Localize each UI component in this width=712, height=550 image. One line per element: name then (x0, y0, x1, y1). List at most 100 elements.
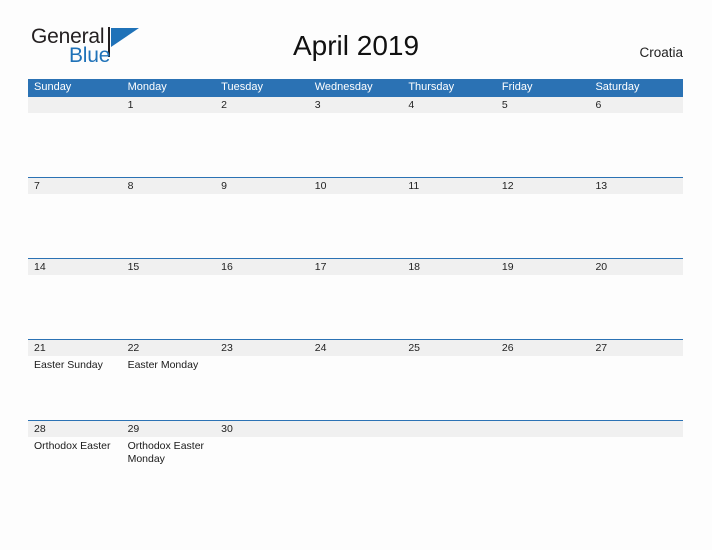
page-header: General Blue April 2019 Croatia (0, 0, 712, 66)
week-body-strip: Orthodox Easter Orthodox Easter Monday (28, 437, 683, 501)
day-cell[interactable] (28, 275, 122, 339)
day-cell[interactable]: Orthodox Easter Monday (122, 437, 216, 501)
day-cell[interactable] (309, 356, 403, 420)
day-number[interactable]: 6 (589, 97, 683, 113)
day-cell[interactable] (309, 275, 403, 339)
day-cell[interactable] (496, 275, 590, 339)
day-number[interactable]: 11 (402, 178, 496, 194)
day-number[interactable]: 30 (215, 421, 309, 437)
day-cell[interactable] (496, 356, 590, 420)
day-cell[interactable] (589, 275, 683, 339)
weekday-header-row: Sunday Monday Tuesday Wednesday Thursday… (28, 79, 683, 96)
day-event-text: Easter Sunday (34, 359, 103, 371)
day-number[interactable]: 2 (215, 97, 309, 113)
week-date-strip: 1 2 3 4 5 6 (28, 97, 683, 113)
day-number[interactable]: 3 (309, 97, 403, 113)
day-number[interactable]: 20 (589, 259, 683, 275)
calendar-grid: Sunday Monday Tuesday Wednesday Thursday… (28, 79, 683, 501)
day-cell[interactable] (215, 437, 309, 501)
weekday-header-friday: Friday (501, 81, 533, 93)
day-cell[interactable] (589, 356, 683, 420)
day-cell[interactable] (215, 113, 309, 177)
day-number[interactable]: 9 (215, 178, 309, 194)
day-cell[interactable] (28, 194, 122, 258)
day-cell[interactable] (402, 437, 496, 501)
day-cell[interactable] (309, 194, 403, 258)
day-cell[interactable] (215, 356, 309, 420)
week-body-strip (28, 194, 683, 258)
day-cell[interactable] (402, 275, 496, 339)
day-number[interactable]: 15 (122, 259, 216, 275)
day-cell[interactable] (496, 437, 590, 501)
day-number[interactable]: 5 (496, 97, 590, 113)
day-number[interactable]: 16 (215, 259, 309, 275)
day-number[interactable]: 26 (496, 340, 590, 356)
day-number[interactable] (28, 97, 122, 113)
day-number[interactable]: 4 (402, 97, 496, 113)
day-event-text: Orthodox Easter Monday (127, 440, 205, 465)
day-number[interactable]: 7 (28, 178, 122, 194)
week-date-strip: 28 29 30 (28, 421, 683, 437)
day-number[interactable]: 24 (309, 340, 403, 356)
day-cell[interactable] (589, 437, 683, 501)
day-cell[interactable] (28, 113, 122, 177)
day-cell[interactable] (589, 113, 683, 177)
day-number[interactable]: 29 (122, 421, 216, 437)
week-body-strip: Easter Sunday Easter Monday (28, 356, 683, 420)
week-date-strip: 21 22 23 24 25 26 27 (28, 340, 683, 356)
calendar-week-row: 14 15 16 17 18 19 20 (28, 258, 683, 339)
day-cell[interactable] (122, 113, 216, 177)
calendar-week-row: 1 2 3 4 5 6 (28, 96, 683, 177)
day-number[interactable] (589, 421, 683, 437)
day-number[interactable] (496, 421, 590, 437)
day-cell[interactable]: Easter Sunday (28, 356, 122, 420)
day-number[interactable]: 10 (309, 178, 403, 194)
day-cell[interactable] (496, 194, 590, 258)
region-label: Croatia (639, 45, 683, 60)
day-number[interactable]: 17 (309, 259, 403, 275)
week-body-strip (28, 113, 683, 177)
calendar-week-row: 28 29 30 Orthodox Easter Orthodox Easter… (28, 420, 683, 501)
calendar-week-row: 7 8 9 10 11 12 13 (28, 177, 683, 258)
day-cell[interactable] (589, 194, 683, 258)
day-cell[interactable] (122, 275, 216, 339)
day-cell[interactable] (402, 356, 496, 420)
day-number[interactable] (402, 421, 496, 437)
week-date-strip: 14 15 16 17 18 19 20 (28, 259, 683, 275)
day-cell[interactable] (402, 194, 496, 258)
day-cell[interactable] (309, 437, 403, 501)
day-number[interactable]: 28 (28, 421, 122, 437)
day-number[interactable]: 8 (122, 178, 216, 194)
day-number[interactable]: 1 (122, 97, 216, 113)
day-event-text: Easter Monday (127, 359, 199, 371)
weekday-header-sunday: Sunday (34, 81, 72, 93)
day-number[interactable]: 21 (28, 340, 122, 356)
day-cell[interactable] (215, 275, 309, 339)
day-number[interactable]: 12 (496, 178, 590, 194)
day-cell[interactable] (122, 194, 216, 258)
day-number[interactable]: 23 (215, 340, 309, 356)
page-title: April 2019 (292, 30, 420, 61)
day-number[interactable]: 18 (402, 259, 496, 275)
calendar-week-row: 21 22 23 24 25 26 27 Easter Sunday Easte… (28, 339, 683, 420)
day-number[interactable]: 22 (122, 340, 216, 356)
day-number[interactable]: 27 (589, 340, 683, 356)
day-number[interactable]: 19 (496, 259, 590, 275)
day-cell[interactable]: Easter Monday (122, 356, 216, 420)
day-cell[interactable] (309, 113, 403, 177)
weekday-header-saturday: Saturday (595, 81, 640, 93)
day-number[interactable] (309, 421, 403, 437)
weekday-header-monday: Monday (127, 81, 167, 93)
day-cell[interactable] (496, 113, 590, 177)
week-body-strip (28, 275, 683, 339)
week-date-strip: 7 8 9 10 11 12 13 (28, 178, 683, 194)
day-number[interactable]: 14 (28, 259, 122, 275)
day-cell[interactable] (215, 194, 309, 258)
day-cell[interactable]: Orthodox Easter (28, 437, 122, 501)
day-event-text: Orthodox Easter (34, 440, 111, 452)
weekday-header-thursday: Thursday (408, 81, 455, 93)
day-number[interactable]: 25 (402, 340, 496, 356)
weekday-header-tuesday: Tuesday (221, 81, 263, 93)
day-number[interactable]: 13 (589, 178, 683, 194)
day-cell[interactable] (402, 113, 496, 177)
